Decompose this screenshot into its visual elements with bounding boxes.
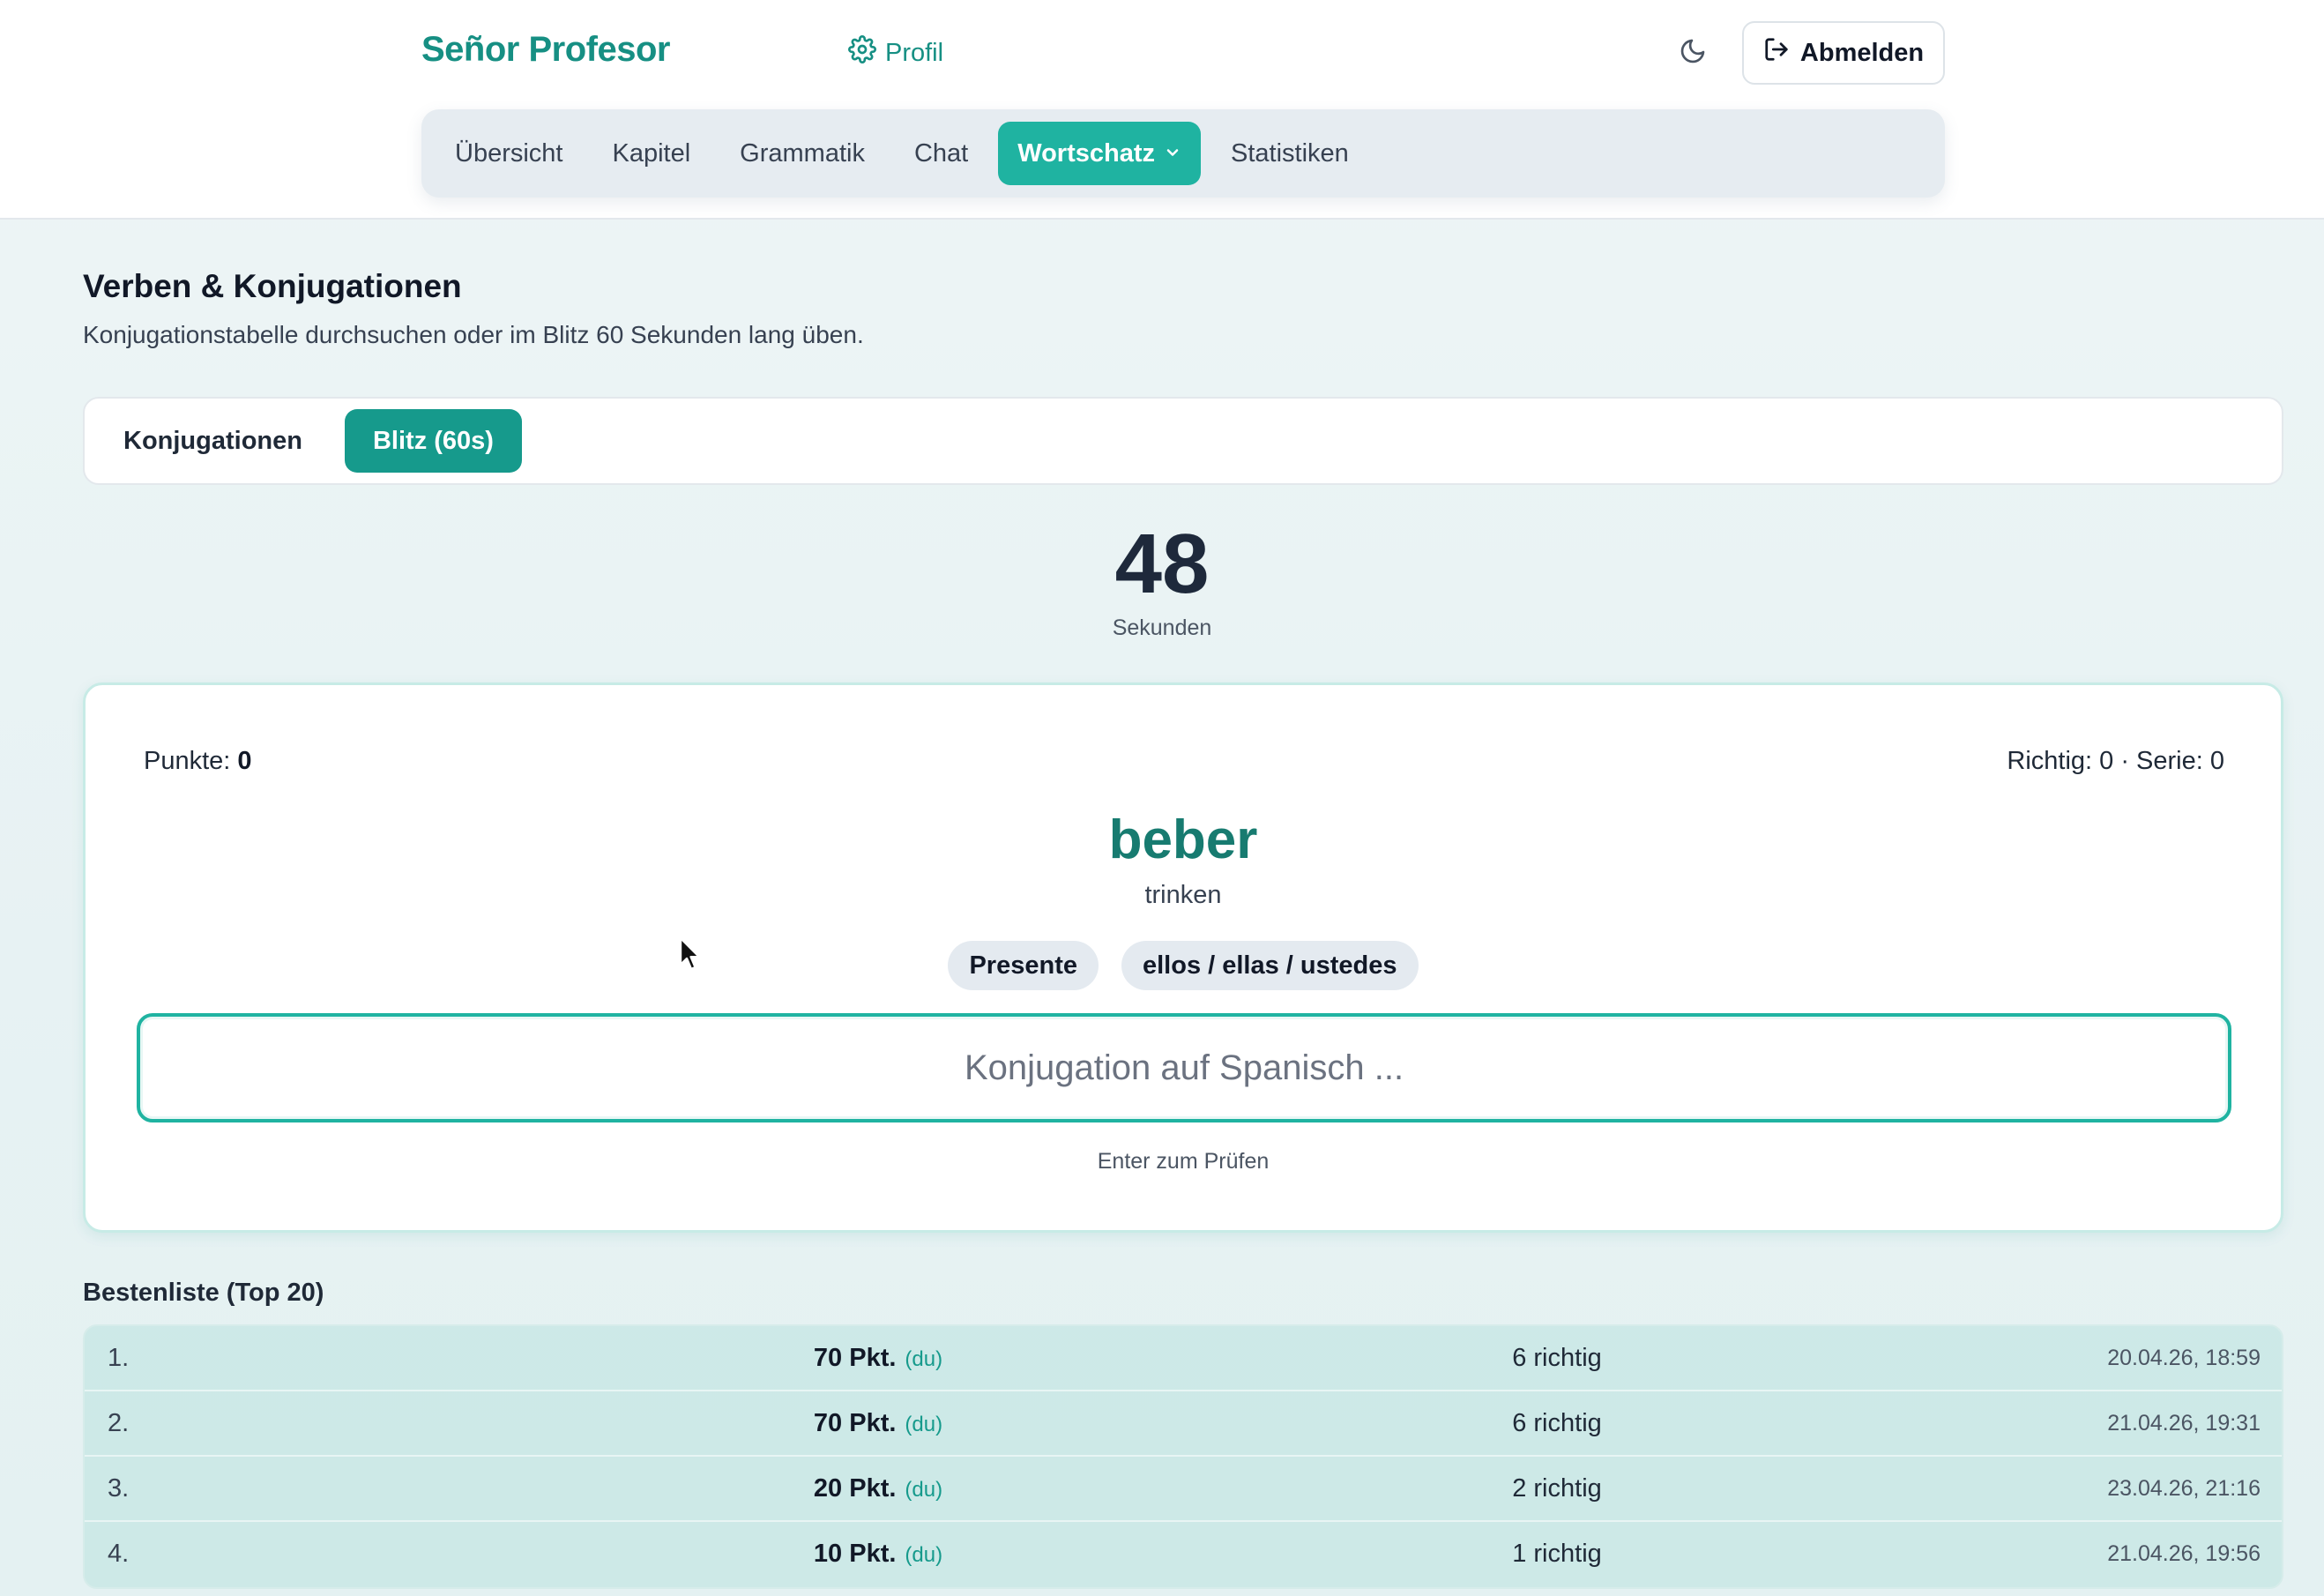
row-date: 20.04.26, 18:59	[2107, 1346, 2261, 1370]
profile-link-label: Profil	[885, 38, 944, 67]
row-date: 21.04.26, 19:56	[2107, 1541, 2261, 1566]
table-row: 1. 70 Pkt. (du) 6 richtig 20.04.26, 18:59	[85, 1326, 2282, 1391]
row-points: 20 Pkt.	[813, 1474, 897, 1503]
verb-prompt: beber	[1108, 809, 1258, 870]
profile-link[interactable]: Profil	[848, 35, 943, 71]
points-label: Punkte:	[144, 747, 231, 775]
row-points-cell: 70 Pkt. (du)	[702, 1409, 1054, 1438]
countdown-timer: 48 Sekunden	[1074, 520, 1250, 641]
row-rank: 3.	[108, 1474, 130, 1503]
leaderboard-title: Bestenliste (Top 20)	[83, 1279, 324, 1307]
table-row: 2. 70 Pkt. (du) 6 richtig 21.04.26, 19:31	[85, 1391, 2282, 1457]
row-rank: 1.	[108, 1344, 130, 1372]
quiz-card: Punkte: 0 Richtig: 0 · Serie: 0 beber tr…	[83, 682, 2283, 1233]
points-display: Punkte: 0	[144, 747, 252, 776]
row-you-tag: (du)	[905, 1347, 943, 1371]
row-correct: 6 richtig	[1512, 1409, 1602, 1437]
row-you-tag: (du)	[905, 1478, 943, 1502]
row-points-cell: 70 Pkt. (du)	[702, 1344, 1054, 1373]
brand-logo[interactable]: Señor Profesor	[421, 30, 670, 70]
conjugation-input[interactable]	[137, 1013, 2231, 1122]
tab-konjugationen[interactable]: Konjugationen	[95, 409, 331, 473]
row-points-cell: 20 Pkt. (du)	[702, 1474, 1054, 1503]
row-date: 21.04.26, 19:31	[2107, 1411, 2261, 1436]
person-chip: ellos / ellas / ustedes	[1121, 941, 1419, 990]
row-rank: 4.	[108, 1540, 130, 1568]
page-subtitle: Konjugationstabelle durchsuchen oder im …	[83, 321, 864, 348]
chevron-down-icon	[1164, 139, 1181, 168]
timer-label: Sekunden	[1112, 615, 1212, 640]
row-you-tag: (du)	[905, 1543, 943, 1567]
logout-label: Abmelden	[1799, 38, 1925, 67]
nav-item-uebersicht[interactable]: Übersicht	[436, 122, 583, 185]
timer-value: 48	[1114, 517, 1210, 611]
nav-item-statistiken[interactable]: Statistiken	[1211, 122, 1368, 185]
verb-translation: trinken	[1144, 881, 1222, 909]
row-correct: 2 richtig	[1512, 1474, 1602, 1503]
row-points-cell: 10 Pkt. (du)	[702, 1540, 1054, 1569]
main-nav: Übersicht Kapitel Grammatik Chat Wortsch…	[421, 109, 1945, 198]
moon-icon	[1679, 37, 1707, 70]
app-header: Señor Profesor Profil Abmelden Übersicht…	[0, 0, 2324, 220]
gear-icon	[848, 35, 876, 71]
correct-streak-stats: Richtig: 0 · Serie: 0	[2007, 747, 2224, 775]
row-date: 23.04.26, 21:16	[2107, 1476, 2261, 1501]
table-row: 4. 10 Pkt. (du) 1 richtig 21.04.26, 19:56	[85, 1522, 2282, 1587]
logout-button[interactable]: Abmelden	[1742, 21, 1945, 85]
tab-blitz[interactable]: Blitz (60s)	[344, 409, 522, 473]
mouse-cursor-icon	[679, 936, 704, 972]
nav-item-wortschatz-label: Wortschatz	[1017, 138, 1155, 168]
table-row: 3. 20 Pkt. (du) 2 richtig 23.04.26, 21:16	[85, 1457, 2282, 1522]
row-points: 70 Pkt.	[813, 1344, 897, 1372]
theme-toggle-button[interactable]	[1675, 35, 1710, 71]
page-title: Verben & Konjugationen	[83, 268, 462, 304]
row-points: 10 Pkt.	[813, 1540, 897, 1568]
logout-icon	[1763, 36, 1790, 70]
mode-tabs: Konjugationen Blitz (60s)	[83, 397, 2283, 485]
nav-item-grammatik[interactable]: Grammatik	[720, 122, 884, 185]
row-points: 70 Pkt.	[813, 1409, 897, 1437]
submit-hint: Enter zum Prüfen	[1097, 1149, 1270, 1174]
row-correct: 6 richtig	[1512, 1344, 1602, 1372]
nav-item-kapitel[interactable]: Kapitel	[593, 122, 711, 185]
nav-item-wortschatz[interactable]: Wortschatz	[998, 122, 1201, 185]
row-correct: 1 richtig	[1512, 1540, 1602, 1568]
prompt-chips: Presente ellos / ellas / ustedes	[86, 941, 2281, 990]
leaderboard-table: 1. 70 Pkt. (du) 6 richtig 20.04.26, 18:59…	[83, 1324, 2283, 1589]
nav-item-chat[interactable]: Chat	[895, 122, 987, 185]
tense-chip: Presente	[948, 941, 1099, 990]
points-value: 0	[237, 747, 252, 775]
row-you-tag: (du)	[905, 1413, 943, 1436]
row-rank: 2.	[108, 1409, 130, 1437]
